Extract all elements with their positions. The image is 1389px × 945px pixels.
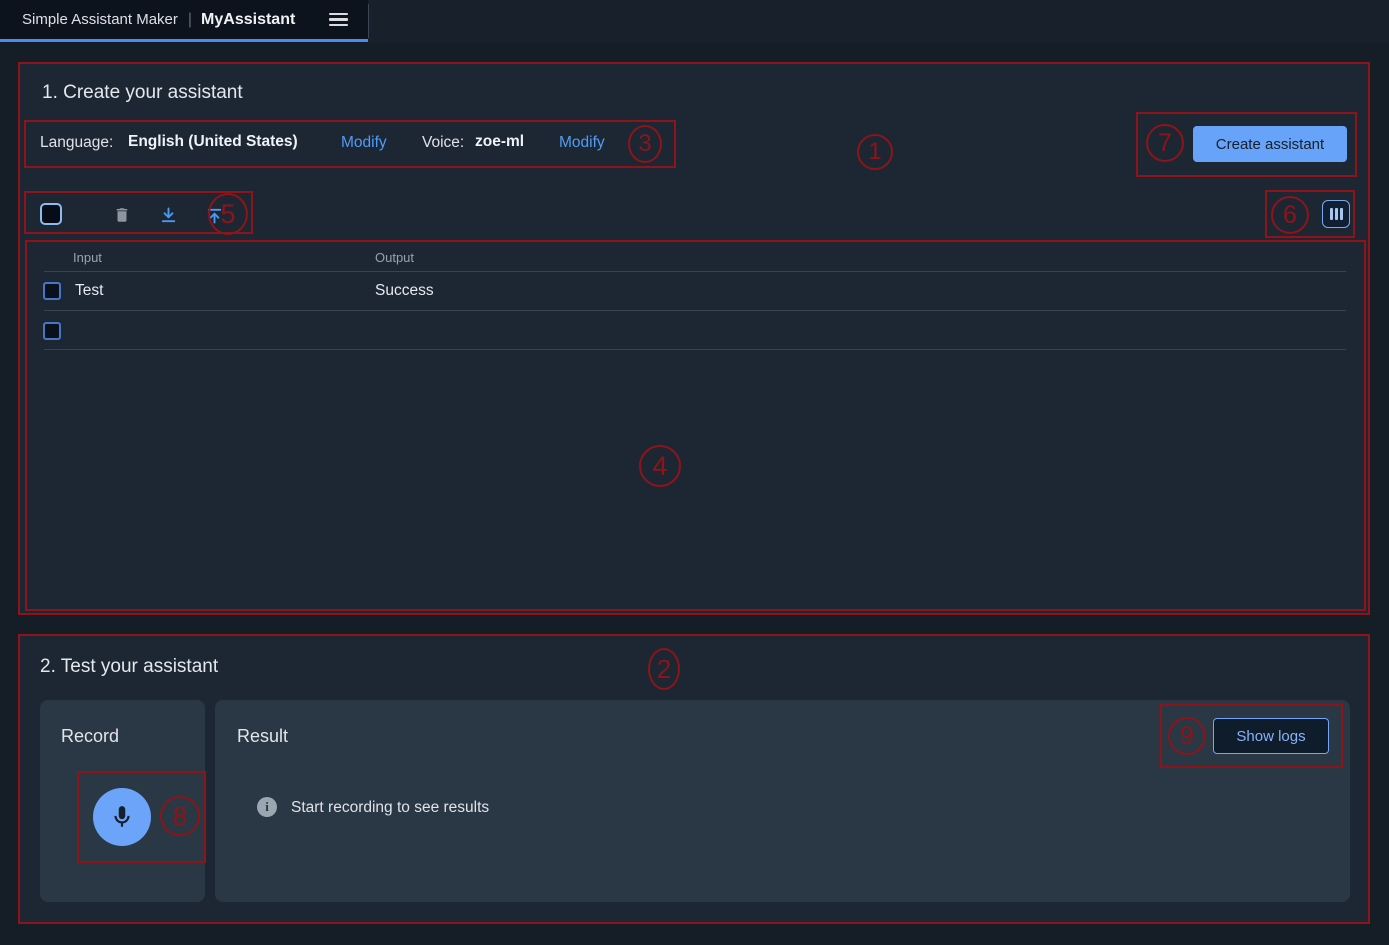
app-title: Simple Assistant Maker — [22, 11, 178, 28]
info-icon: i — [257, 797, 277, 817]
assistant-tab[interactable]: Simple Assistant Maker | MyAssistant — [0, 0, 368, 42]
columns-icon — [1330, 208, 1343, 220]
test-assistant-section: 2. Test your assistant Record Result Sho… — [20, 634, 1370, 924]
table-row[interactable]: Test Success — [20, 272, 1370, 311]
record-panel: Record — [40, 700, 205, 902]
delete-button[interactable] — [110, 203, 134, 227]
language-modify-link[interactable]: Modify — [341, 134, 387, 152]
result-panel-title: Result — [237, 726, 288, 747]
result-panel: Result Show logs i Start recording to se… — [215, 700, 1350, 902]
create-assistant-button[interactable]: Create assistant — [1193, 126, 1347, 162]
hamburger-icon[interactable] — [325, 9, 352, 31]
voice-value: zoe-ml — [475, 133, 524, 151]
top-bar: Simple Assistant Maker | MyAssistant — [0, 0, 1389, 42]
create-assistant-section: 1. Create your assistant Language: Engli… — [20, 62, 1370, 614]
row-checkbox[interactable] — [43, 282, 61, 300]
table-row-empty[interactable] — [20, 311, 1370, 350]
table-header-output: Output — [375, 250, 414, 265]
language-label: Language: — [40, 134, 113, 152]
show-logs-button[interactable]: Show logs — [1213, 718, 1329, 754]
microphone-icon — [109, 804, 135, 830]
export-button[interactable] — [202, 203, 226, 227]
upload-to-bar-icon — [204, 205, 225, 226]
row-checkbox[interactable] — [43, 322, 61, 340]
download-to-bar-icon — [158, 205, 179, 226]
title-separator: | — [188, 11, 192, 29]
language-value: English (United States) — [128, 133, 298, 151]
row-input-cell: Test — [75, 282, 103, 300]
record-panel-title: Record — [61, 726, 119, 747]
tab-divider — [368, 4, 369, 38]
record-button[interactable] — [93, 788, 151, 846]
table-header-input: Input — [73, 250, 102, 265]
test-section-title: 2. Test your assistant — [40, 656, 218, 678]
table-divider — [44, 349, 1346, 350]
voice-label: Voice: — [422, 134, 464, 152]
assistant-name: MyAssistant — [201, 11, 295, 29]
columns-view-button[interactable] — [1322, 200, 1350, 228]
import-button[interactable] — [156, 203, 180, 227]
row-output-cell: Success — [375, 282, 434, 300]
voice-modify-link[interactable]: Modify — [559, 134, 605, 152]
result-empty-state: Start recording to see results — [291, 799, 489, 817]
trash-icon — [113, 206, 131, 224]
select-all-checkbox[interactable] — [40, 203, 62, 225]
create-section-title: 1. Create your assistant — [42, 82, 243, 104]
